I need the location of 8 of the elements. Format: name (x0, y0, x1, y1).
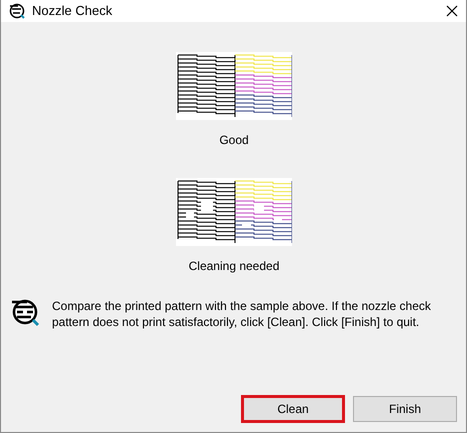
printer-check-icon (8, 2, 26, 20)
clean-button[interactable]: Clean (241, 395, 345, 423)
instruction-text: Compare the printed pattern with the sample above. If the nozzle check pattern does not print satisfactorily, click [Clean]. Click [Finish] to quit. (52, 298, 432, 330)
window-title: Nozzle Check (32, 2, 112, 20)
sample-label: Good (219, 132, 249, 149)
close-icon[interactable] (446, 5, 458, 17)
finish-button[interactable]: Finish (353, 396, 457, 422)
sample-label: Cleaning needed (188, 258, 280, 275)
